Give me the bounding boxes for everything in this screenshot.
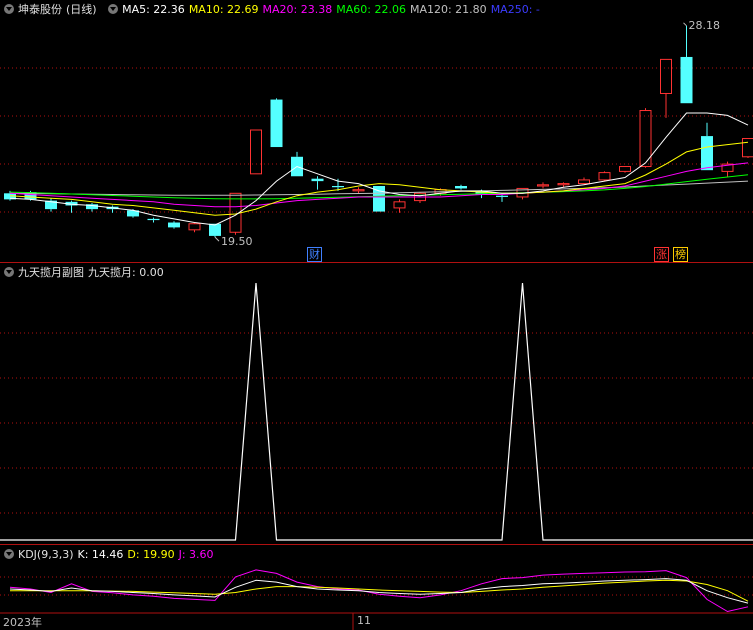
kdj-k-value: K: 14.46 [77, 548, 124, 561]
ma-indicator-0: MA5: 22.36 [122, 3, 185, 16]
candle[interactable] [168, 221, 180, 229]
candle[interactable] [65, 200, 78, 213]
kdj-header: KDJ(9,3,3) K: 14.46 D: 19.90 J: 3.60 [0, 545, 218, 565]
kdj_j-line [9, 569, 749, 613]
candle[interactable] [291, 151, 303, 177]
indicator-dropdown-icon[interactable] [108, 4, 119, 14]
high-price-label: 28.18 [689, 19, 721, 32]
subchart-dropdown-icon[interactable] [4, 267, 14, 277]
candle[interactable] [209, 223, 221, 238]
candle[interactable] [680, 25, 693, 104]
candle[interactable] [393, 199, 406, 213]
subchart-indicator: 九天揽月: 0.00 [88, 266, 164, 279]
ma-indicator-3: MA60: 22.06 [336, 3, 406, 16]
candle[interactable] [721, 161, 734, 178]
jiutian-subchart[interactable] [0, 263, 753, 545]
time-axis-label-month: 11 [357, 614, 371, 627]
dropdown-icon[interactable] [4, 4, 14, 14]
candle[interactable] [86, 203, 98, 212]
finance-badge[interactable]: 财 [307, 247, 322, 262]
candle[interactable] [352, 187, 365, 194]
stock-name: 坤泰股份 [18, 3, 62, 16]
candle[interactable] [598, 171, 611, 182]
ma-indicator-list: MA5: 22.36 MA10: 22.69 MA20: 23.38 MA60: 22… [122, 3, 544, 16]
candle[interactable] [742, 138, 753, 158]
kdj-j-value: J: 3.60 [178, 548, 214, 561]
candle[interactable] [455, 184, 467, 190]
candle[interactable] [250, 129, 262, 175]
candle[interactable] [311, 176, 324, 190]
candle[interactable] [496, 194, 508, 202]
kdj-dropdown-icon[interactable] [4, 549, 14, 559]
candlestick-panel[interactable]: 28.18 19.50 坤泰股份 (日线) MA5: 22.36 MA10: 22.6… [0, 0, 753, 263]
kdj-title: KDJ(9,3,3) [18, 548, 74, 561]
ma-indicator-5: MA250: - [490, 3, 540, 16]
candle[interactable] [537, 182, 549, 189]
candle[interactable] [660, 58, 672, 118]
candle[interactable] [619, 166, 631, 173]
period-label: (日线) [66, 3, 97, 16]
time-axis-label-year: 2023年 [3, 616, 42, 629]
ma-indicator-1: MA10: 22.69 [188, 3, 259, 16]
kdj-panel[interactable]: KDJ(9,3,3) K: 14.46 D: 19.90 J: 3.60 2023年 … [0, 545, 753, 630]
jiutian-line [0, 282, 753, 541]
candle[interactable] [188, 222, 201, 233]
ma-indicator-4: MA120: 21.80 [409, 3, 487, 16]
main-chart-header: 坤泰股份 (日线) MA5: 22.36 MA10: 22.69 MA20: 23.3… [0, 0, 548, 20]
jiutian-subchart-panel[interactable]: 九天揽月副图 九天揽月: 0.00 [0, 263, 753, 545]
limit-up-badge[interactable]: 涨 [654, 247, 669, 262]
rank-badge[interactable]: 榜 [673, 247, 688, 262]
low-price-label: 19.50 [221, 235, 253, 248]
subchart-header: 九天揽月副图 九天揽月: 0.00 [0, 263, 168, 283]
kdj_d-line [10, 579, 749, 602]
subchart-title: 九天揽月副图 [18, 266, 84, 279]
candlestick-chart[interactable]: 28.18 19.50 [0, 0, 753, 263]
candle[interactable] [270, 98, 283, 148]
ma-indicator-2: MA20: 23.38 [262, 3, 333, 16]
candle[interactable] [414, 192, 426, 204]
candle[interactable] [147, 217, 160, 223]
candle[interactable] [45, 198, 57, 212]
kdj-d-value: D: 19.90 [127, 548, 175, 561]
